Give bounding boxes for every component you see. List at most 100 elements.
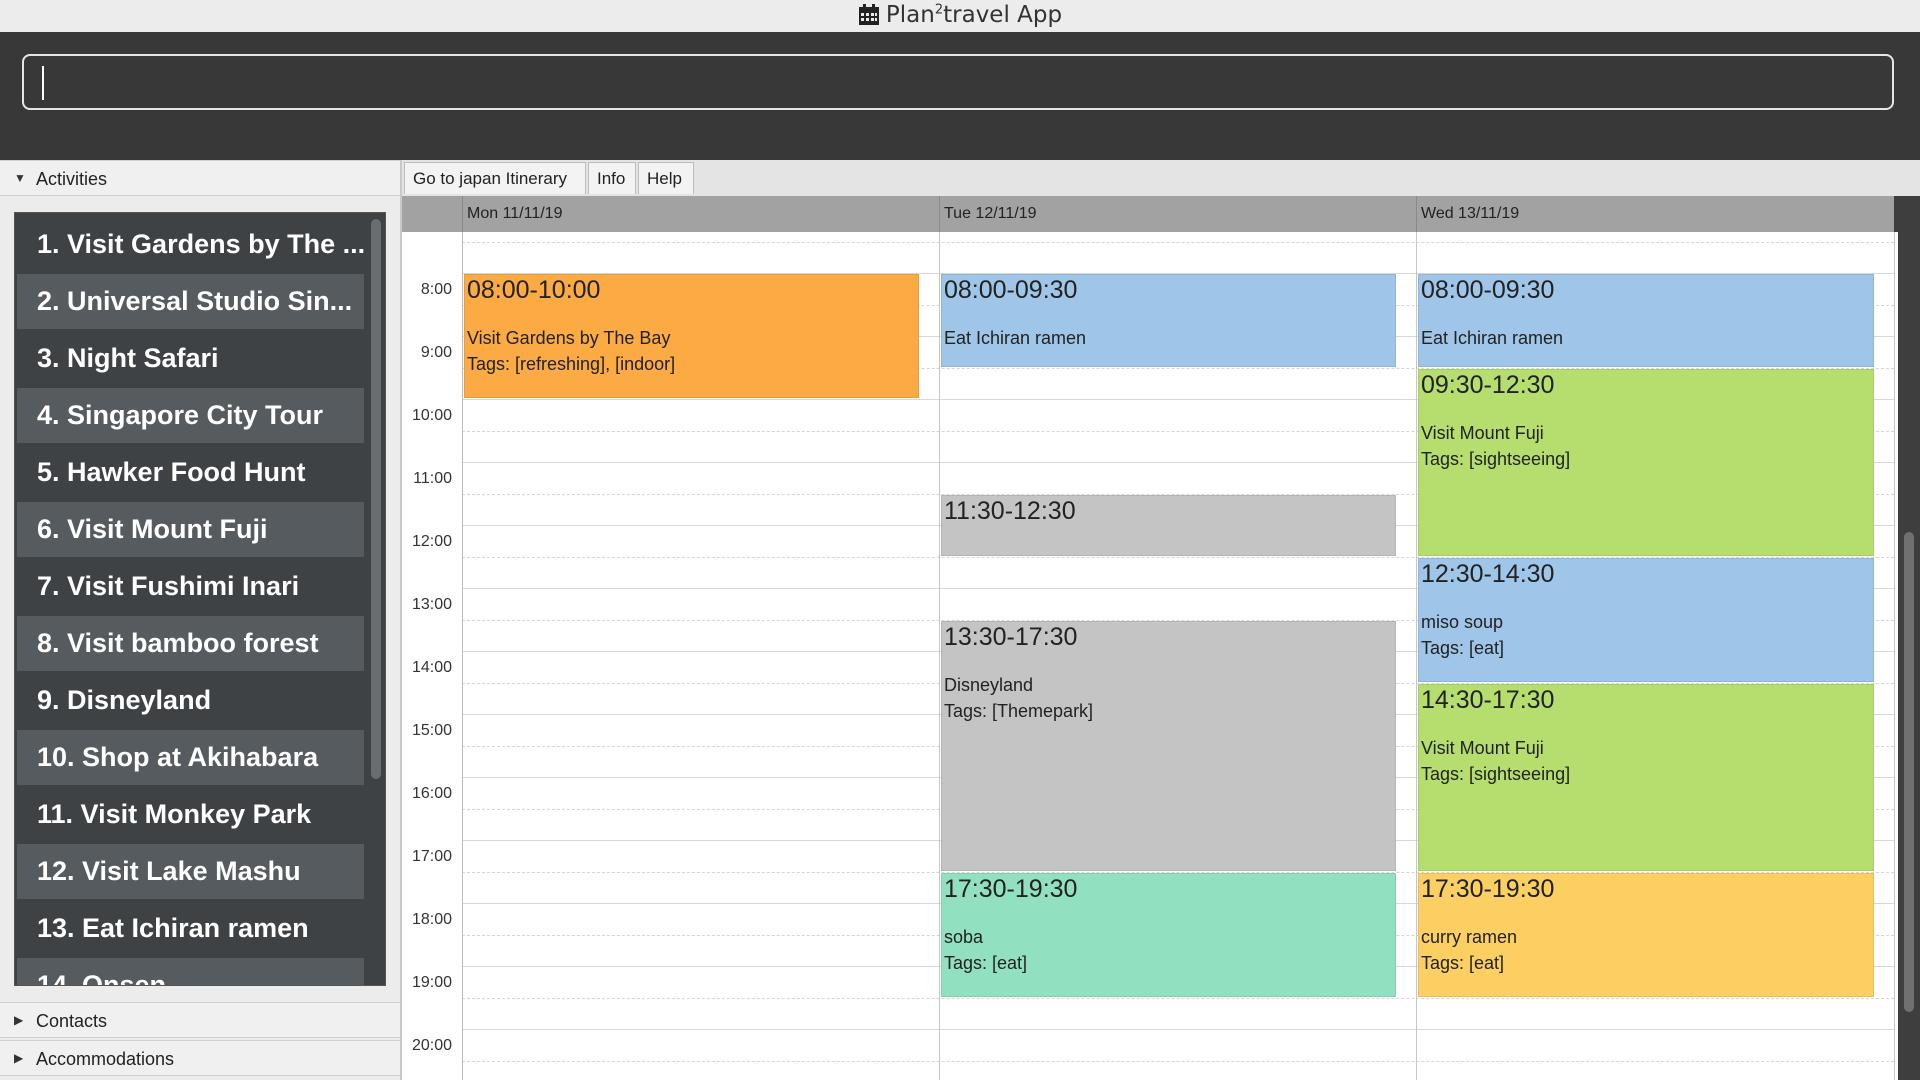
calendar-icon (858, 4, 879, 25)
time-label: 11:00 (413, 470, 452, 487)
event-name: soba (944, 926, 984, 947)
command-area (0, 32, 1920, 160)
day-header-mon: Mon 11/11/19 (462, 196, 939, 232)
activity-list-item[interactable]: 5. Hawker Food Hunt (17, 445, 364, 500)
activities-section-label: Activities (36, 169, 108, 189)
tab-info[interactable]: Info (588, 162, 636, 194)
time-label: 19:00 (411, 974, 452, 991)
event-time: 14:30-17:30 (1421, 685, 1555, 714)
calendar-event[interactable]: 14:30-17:30 Visit Mount Fuji Tags: [sights… (1418, 683, 1874, 871)
time-label: 17:00 (411, 848, 452, 865)
contacts-section-label: Contacts (36, 1011, 108, 1031)
calendar-event[interactable]: 08:00-10:00 Visit Gardens by The Bay Tags:… (464, 274, 919, 398)
command-box[interactable] (22, 54, 1894, 110)
event-name: Visit Mount Fuji (1421, 737, 1544, 758)
time-label: 18:00 (411, 911, 452, 928)
event-time: 08:00-10:00 (467, 276, 601, 304)
half-hour-gridline (462, 241, 1894, 243)
hour-gridline (402, 1029, 1894, 1030)
tab-bar: Go to japan Itinerary Info Help (402, 160, 1920, 197)
event-time: 08:00-09:30 (944, 276, 1078, 304)
calendar-event[interactable]: 11:30-12:30 (941, 494, 1396, 556)
time-label: 16:00 (411, 785, 452, 802)
event-time: 08:00-09:30 (1421, 276, 1555, 304)
text-caret (42, 66, 44, 100)
activity-list-item[interactable]: 13. Eat Ichiran ramen (17, 901, 364, 956)
half-hour-gridline (462, 997, 1894, 999)
time-label: 9:00 (420, 344, 452, 361)
activities-list[interactable]: 1. Visit Gardens by The ... 2. Universal … (14, 212, 386, 986)
event-tags: Tags: [Themepark] (944, 700, 1094, 721)
title-bar: Plan2travel App (0, 0, 1920, 33)
day-column-divider (1894, 232, 1895, 1080)
time-label: 8:00 (420, 281, 452, 298)
event-tags: Tags: [eat] (1421, 952, 1505, 973)
event-time: 12:30-14:30 (1421, 559, 1555, 588)
day-header-tue: Tue 12/11/19 (939, 196, 1416, 232)
activity-list-item[interactable]: 9. Disneyland (17, 673, 364, 728)
activity-list-item[interactable]: 14. Onsen (17, 958, 364, 985)
day-column-divider (1416, 232, 1417, 1080)
tab-help[interactable]: Help (638, 162, 694, 194)
day-column-divider (939, 232, 940, 1080)
activities-section-header[interactable]: ▼ Activities (0, 160, 400, 196)
title-text-sup: 2 (934, 2, 944, 18)
accommodations-section-label: Accommodations (36, 1049, 175, 1069)
activity-list-item[interactable]: 8. Visit bamboo forest (17, 616, 364, 671)
activity-list-item[interactable]: 7. Visit Fushimi Inari (17, 559, 364, 614)
calendar-event[interactable]: 17:30-19:30 soba Tags: [eat] (941, 872, 1396, 997)
time-label: 12:00 (411, 533, 452, 550)
time-label: 13:00 (411, 596, 452, 613)
activity-list-item[interactable]: 6. Visit Mount Fuji (17, 502, 364, 557)
calendar-scrollbar-thumb[interactable] (1904, 532, 1914, 1012)
event-name: Disneyland (944, 674, 1034, 695)
event-tags: Tags: [eat] (944, 952, 1028, 973)
calendar-event[interactable]: 09:30-12:30 Visit Mount Fuji Tags: [sights… (1418, 368, 1874, 556)
command-input[interactable] (40, 62, 1874, 104)
event-time: 09:30-12:30 (1421, 370, 1555, 399)
activities-scrollbar[interactable] (371, 219, 381, 779)
event-tags: Tags: [eat] (1421, 637, 1505, 658)
activity-list-item[interactable]: 10. Shop at Akihabara (17, 730, 364, 785)
event-time: 17:30-19:30 (1421, 874, 1555, 903)
event-name: Eat Ichiran ramen (1421, 328, 1564, 348)
activity-list-item[interactable]: 11. Visit Monkey Park (17, 787, 364, 842)
event-name: Visit Mount Fuji (1421, 422, 1544, 443)
event-time: 11:30-12:30 (944, 496, 1076, 525)
header-corner (1894, 196, 1920, 232)
calendar-event[interactable]: 08:00-09:30 Eat Ichiran ramen (1418, 274, 1874, 367)
tab-itinerary[interactable]: Go to japan Itinerary (404, 162, 586, 194)
title-text-post: travel App (943, 2, 1063, 28)
triangle-right-icon: ▶ (14, 1051, 24, 1065)
event-time: 17:30-19:30 (944, 874, 1078, 903)
half-hour-gridline (462, 1060, 1894, 1062)
left-panel: ▼ Activities 1. Visit Gardens by The ...… (0, 160, 402, 1080)
event-name: Eat Ichiran ramen (944, 328, 1087, 348)
calendar-view: 7:008:009:0010:0011:0012:0013:0014:0015:… (402, 196, 1920, 1080)
calendar-scrollbar[interactable] (1898, 232, 1920, 1080)
contacts-section-header[interactable]: ▶ Contacts (0, 1002, 400, 1038)
activity-list-item[interactable]: 2. Universal Studio Sin... (17, 274, 364, 329)
time-label: 20:00 (411, 1037, 452, 1054)
activity-list-item[interactable]: 4. Singapore City Tour (17, 388, 364, 443)
calendar-event[interactable]: 12:30-14:30 miso soup Tags: [eat] (1418, 557, 1874, 682)
event-name: miso soup (1421, 611, 1504, 632)
triangle-down-icon: ▼ (14, 171, 26, 185)
event-tags: Tags: [refreshing], [indoor] (467, 354, 676, 374)
event-tags: Tags: [sightseeing] (1421, 448, 1571, 469)
calendar-event[interactable]: 08:00-09:30 Eat Ichiran ramen (941, 274, 1396, 367)
calendar-event[interactable]: 17:30-19:30 curry ramen Tags: [eat] (1418, 872, 1874, 997)
calendar-event[interactable]: 13:30-17:30 Disneyland Tags: [Themepark] (941, 620, 1396, 871)
activity-list-item[interactable]: 3. Night Safari (17, 331, 364, 386)
day-header-row: Mon 11/11/19 Tue 12/11/19 Wed 13/11/19 (402, 196, 1894, 232)
time-label: 14:00 (411, 659, 452, 676)
title-text-pre: Plan (885, 2, 935, 28)
event-name: curry ramen (1421, 926, 1518, 947)
time-gutter: 7:008:009:0010:0011:0012:0013:0014:0015:… (402, 218, 463, 1080)
time-label: 10:00 (411, 407, 452, 424)
window-title: Plan2travel App (0, 2, 1920, 28)
activity-list-item[interactable]: 12. Visit Lake Mashu (17, 844, 364, 899)
activity-list-item[interactable]: 1. Visit Gardens by The ... (17, 217, 364, 272)
accommodations-section-header[interactable]: ▶ Accommodations (0, 1040, 400, 1076)
day-header-wed: Wed 13/11/19 (1416, 196, 1894, 232)
